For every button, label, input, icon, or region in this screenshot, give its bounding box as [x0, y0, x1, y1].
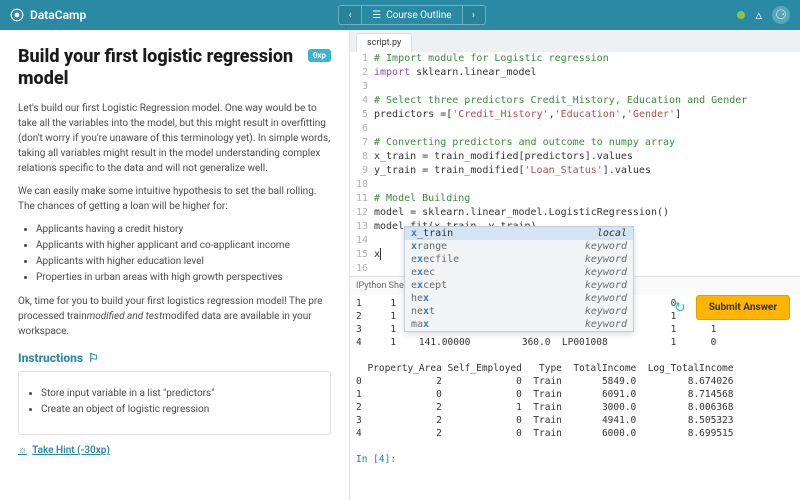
- autocomplete-item[interactable]: xrangekeyword: [405, 240, 633, 253]
- xp-badge: 0xp: [308, 49, 331, 62]
- list-item: Store input variable in a list "predicto…: [41, 386, 322, 402]
- code-panel: script.py 1# Import module for Logistic …: [350, 30, 800, 500]
- code-line[interactable]: 5predictors =['Credit_History','Educatio…: [350, 108, 800, 122]
- menu-icon: ☰: [372, 10, 381, 21]
- code-line[interactable]: 12model = sklearn.linear_model.LogisticR…: [350, 206, 800, 220]
- lesson-paragraph: Ok, time for you to build your first log…: [18, 294, 331, 339]
- line-number: 4: [350, 94, 374, 108]
- list-item: Applicants with higher education level: [36, 254, 331, 270]
- hint-label: Take Hint (-30xp): [32, 445, 110, 456]
- reset-button[interactable]: ↻: [674, 300, 686, 316]
- status-indicator-icon: [737, 11, 745, 19]
- line-number: 1: [350, 52, 374, 66]
- line-number: 9: [350, 164, 374, 178]
- autocomplete-popup[interactable]: x_trainlocalxrangekeywordexecfilekeyword…: [404, 226, 634, 332]
- autocomplete-item[interactable]: execkeyword: [405, 266, 633, 279]
- list-item: Applicants having a credit history: [36, 222, 331, 238]
- flag-icon: ⚐: [88, 351, 99, 365]
- line-number: 14: [350, 234, 374, 248]
- autocomplete-item[interactable]: execfilekeyword: [405, 253, 633, 266]
- line-number: 5: [350, 108, 374, 122]
- line-number: 16: [350, 262, 374, 276]
- course-nav: ‹ ☰ Course Outline ›: [338, 5, 485, 25]
- submit-answer-button[interactable]: Submit Answer: [696, 295, 790, 320]
- editor-toolbar: ↻ Submit Answer: [674, 295, 790, 320]
- brand[interactable]: DataCamp: [10, 8, 86, 22]
- next-button[interactable]: ›: [462, 5, 486, 25]
- text-cursor-icon: [380, 248, 381, 260]
- editor-tabs: script.py: [350, 30, 800, 52]
- topbar-right: ▵ ⚆: [737, 6, 790, 24]
- topbar: DataCamp ‹ ☰ Course Outline › ▵ ⚆: [0, 0, 800, 30]
- autocomplete-item[interactable]: hexkeyword: [405, 292, 633, 305]
- code-line[interactable]: 3: [350, 80, 800, 94]
- code-line[interactable]: 10: [350, 178, 800, 192]
- line-number: 8: [350, 150, 374, 164]
- code-line[interactable]: 7# Converting predictors and outcome to …: [350, 136, 800, 150]
- line-number: 12: [350, 206, 374, 220]
- datacamp-logo-icon: [10, 8, 24, 22]
- line-number: 7: [350, 136, 374, 150]
- brand-label: DataCamp: [30, 8, 86, 22]
- line-number: 13: [350, 220, 374, 234]
- lesson-paragraph: We can easily make some intuitive hypoth…: [18, 184, 331, 214]
- lesson-bullets: Applicants having a credit history Appli…: [36, 222, 331, 286]
- code-line[interactable]: 9y_train = train_modified['Loan_Status']…: [350, 164, 800, 178]
- take-hint-link[interactable]: ☼ Take Hint (-30xp): [18, 445, 331, 456]
- instructions-heading: Instructions ⚐: [18, 351, 331, 365]
- code-line[interactable]: 11# Model Building: [350, 192, 800, 206]
- lesson-paragraph: Let's build our first Logistic Regressio…: [18, 101, 331, 176]
- line-number: 6: [350, 122, 374, 136]
- autocomplete-item[interactable]: maxkeyword: [405, 318, 633, 331]
- code-line[interactable]: 6: [350, 122, 800, 136]
- code-line[interactable]: 4# Select three predictors Credit_Histor…: [350, 94, 800, 108]
- line-number: 3: [350, 80, 374, 94]
- notifications-icon[interactable]: ▵: [755, 8, 762, 23]
- prev-button[interactable]: ‹: [338, 5, 362, 25]
- autocomplete-item[interactable]: exceptkeyword: [405, 279, 633, 292]
- instructions-box: Store input variable in a list "predicto…: [18, 371, 331, 435]
- line-number: 10: [350, 178, 374, 192]
- autocomplete-item[interactable]: x_trainlocal: [405, 227, 633, 240]
- list-item: Create an object of logistic regression: [41, 402, 322, 418]
- lesson-panel: Build your first logistic regression mod…: [0, 30, 350, 500]
- line-number: 2: [350, 66, 374, 80]
- list-item: Properties in urban areas with high grow…: [36, 270, 331, 286]
- list-item: Applicants with higher applicant and co-…: [36, 238, 331, 254]
- course-outline-button[interactable]: ☰ Course Outline: [362, 5, 461, 25]
- code-line[interactable]: 8x_train = train_modified[predictors].va…: [350, 150, 800, 164]
- line-number: 11: [350, 192, 374, 206]
- line-number: 15: [350, 248, 374, 262]
- tab-script[interactable]: script.py: [356, 33, 412, 52]
- page-title: Build your first logistic regression mod…: [18, 46, 300, 89]
- code-line[interactable]: 1# Import module for Logistic regression: [350, 52, 800, 66]
- user-avatar-icon[interactable]: ⚆: [772, 6, 790, 24]
- code-line[interactable]: 2import sklearn.linear_model: [350, 66, 800, 80]
- autocomplete-item[interactable]: nextkeyword: [405, 305, 633, 318]
- bulb-icon: ☼: [18, 445, 27, 456]
- course-outline-label: Course Outline: [386, 10, 451, 21]
